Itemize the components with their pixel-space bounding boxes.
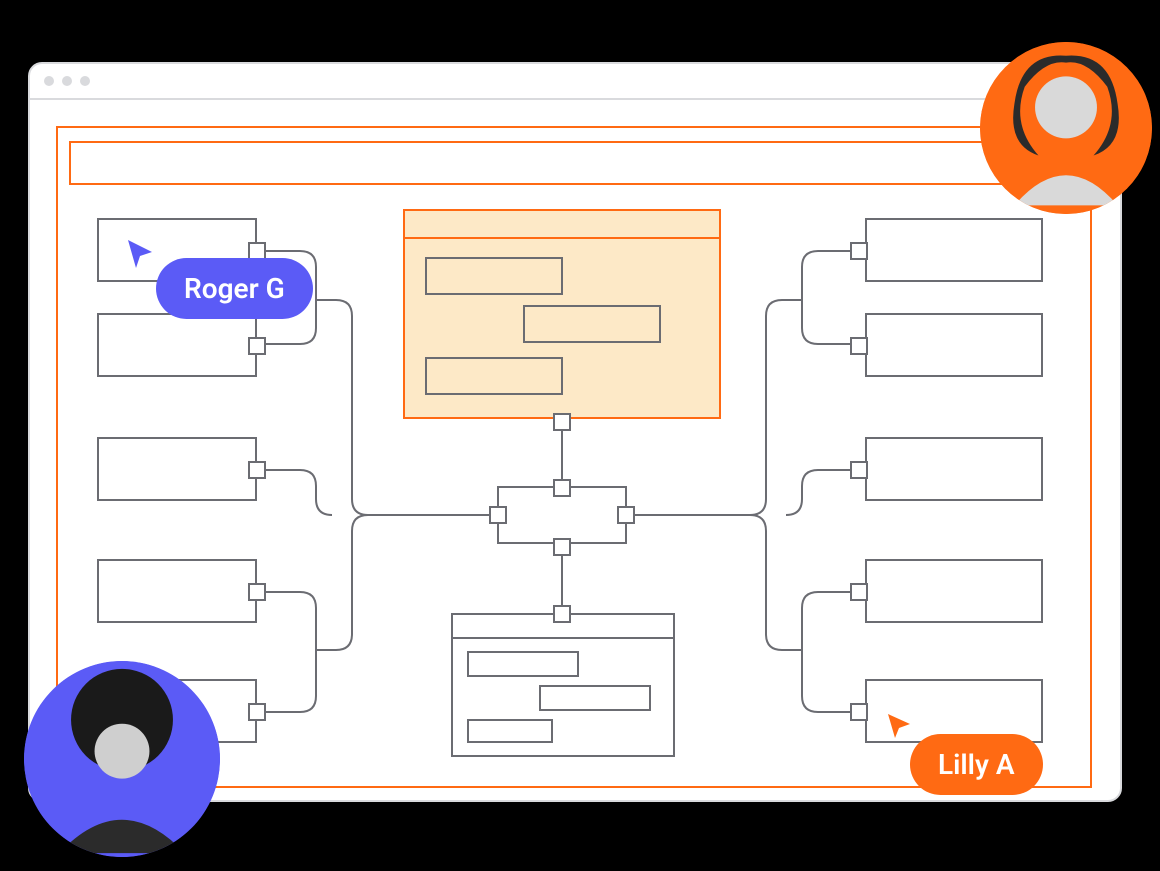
right-node-2[interactable] <box>851 314 1042 376</box>
cursor-roger-label: Roger G <box>156 258 313 319</box>
right-node-4[interactable] <box>851 560 1042 622</box>
cursor-roger[interactable] <box>124 236 158 270</box>
avatar-roger <box>24 661 220 857</box>
hub-node[interactable] <box>490 480 634 555</box>
stage: Roger G Lilly A <box>0 0 1160 871</box>
bottom-panel[interactable] <box>452 606 674 756</box>
left-node-3[interactable] <box>98 438 265 500</box>
avatar-placeholder-icon <box>24 661 220 857</box>
cursor-lilly-label: Lilly A <box>910 734 1043 795</box>
right-node-5[interactable] <box>851 680 1042 742</box>
left-node-4[interactable] <box>98 560 265 622</box>
cursor-pointer-icon <box>124 236 158 270</box>
left-node-2[interactable] <box>98 314 265 376</box>
right-node-1[interactable] <box>851 219 1042 281</box>
cursor-pointer-icon <box>884 710 914 740</box>
avatar-lilly <box>980 42 1152 214</box>
center-panel[interactable] <box>404 210 720 430</box>
avatar-placeholder-icon <box>980 42 1152 214</box>
right-node-3[interactable] <box>851 438 1042 500</box>
cursor-lilly[interactable] <box>884 710 914 740</box>
